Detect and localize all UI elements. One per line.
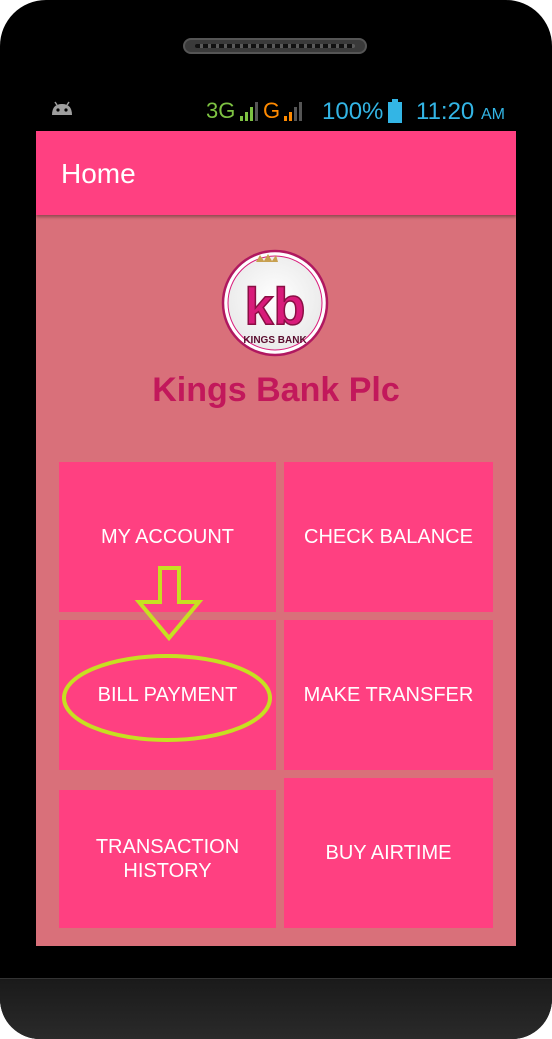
- make-transfer-button[interactable]: MAKE TRANSFER: [284, 620, 493, 770]
- bill-payment-label: BILL PAYMENT: [97, 684, 238, 706]
- phone-bottom-bezel: [0, 978, 552, 1039]
- make-transfer-label: MAKE TRANSFER: [303, 684, 474, 706]
- clock-ampm: AM: [480, 106, 505, 123]
- phone-speaker: [183, 38, 367, 54]
- battery-icon: [388, 99, 402, 123]
- kings-bank-logo: kb KINGS BANK: [221, 249, 329, 357]
- app-bar: Home: [36, 131, 516, 215]
- my-account-button[interactable]: MY ACCOUNT: [59, 462, 276, 612]
- bill-payment-button[interactable]: BILL PAYMENT: [59, 620, 276, 770]
- logo-caption: KINGS BANK: [243, 335, 307, 346]
- check-balance-label: CHECK BALANCE: [304, 526, 473, 548]
- my-account-label: MY ACCOUNT: [101, 526, 234, 548]
- bank-name: Kings Bank Plc: [152, 371, 400, 409]
- buy-airtime-label: BUY AIRTIME: [325, 842, 452, 864]
- android-debug-icon: [52, 101, 72, 115]
- signal-strength-icon-2: [284, 102, 302, 121]
- app-screen: Home kb KINGS BANK Kings Bank Plc MY ACC…: [36, 131, 516, 946]
- logo-letters: kb: [245, 278, 306, 336]
- signal-strength-icon: [240, 102, 258, 121]
- clock-time: 11:20: [416, 98, 475, 125]
- buy-airtime-button[interactable]: BUY AIRTIME: [284, 778, 493, 928]
- clock: 11:20 AM: [416, 98, 505, 126]
- battery-percent: 100%: [322, 98, 384, 125]
- status-bar: 3G G 100% 11:20 AM: [36, 92, 516, 132]
- transaction-history-button[interactable]: TRANSACTION HISTORY: [59, 790, 276, 928]
- network-3g-label: 3G: [206, 98, 236, 123]
- page-title: Home: [61, 158, 136, 189]
- check-balance-button[interactable]: CHECK BALANCE: [284, 462, 493, 612]
- phone-frame: 3G G 100% 11:20 AM Home kb KINGS BANK Ki…: [0, 0, 552, 1039]
- network-g-label: G: [263, 98, 281, 123]
- transaction-history-label: TRANSACTION HISTORY: [95, 836, 240, 882]
